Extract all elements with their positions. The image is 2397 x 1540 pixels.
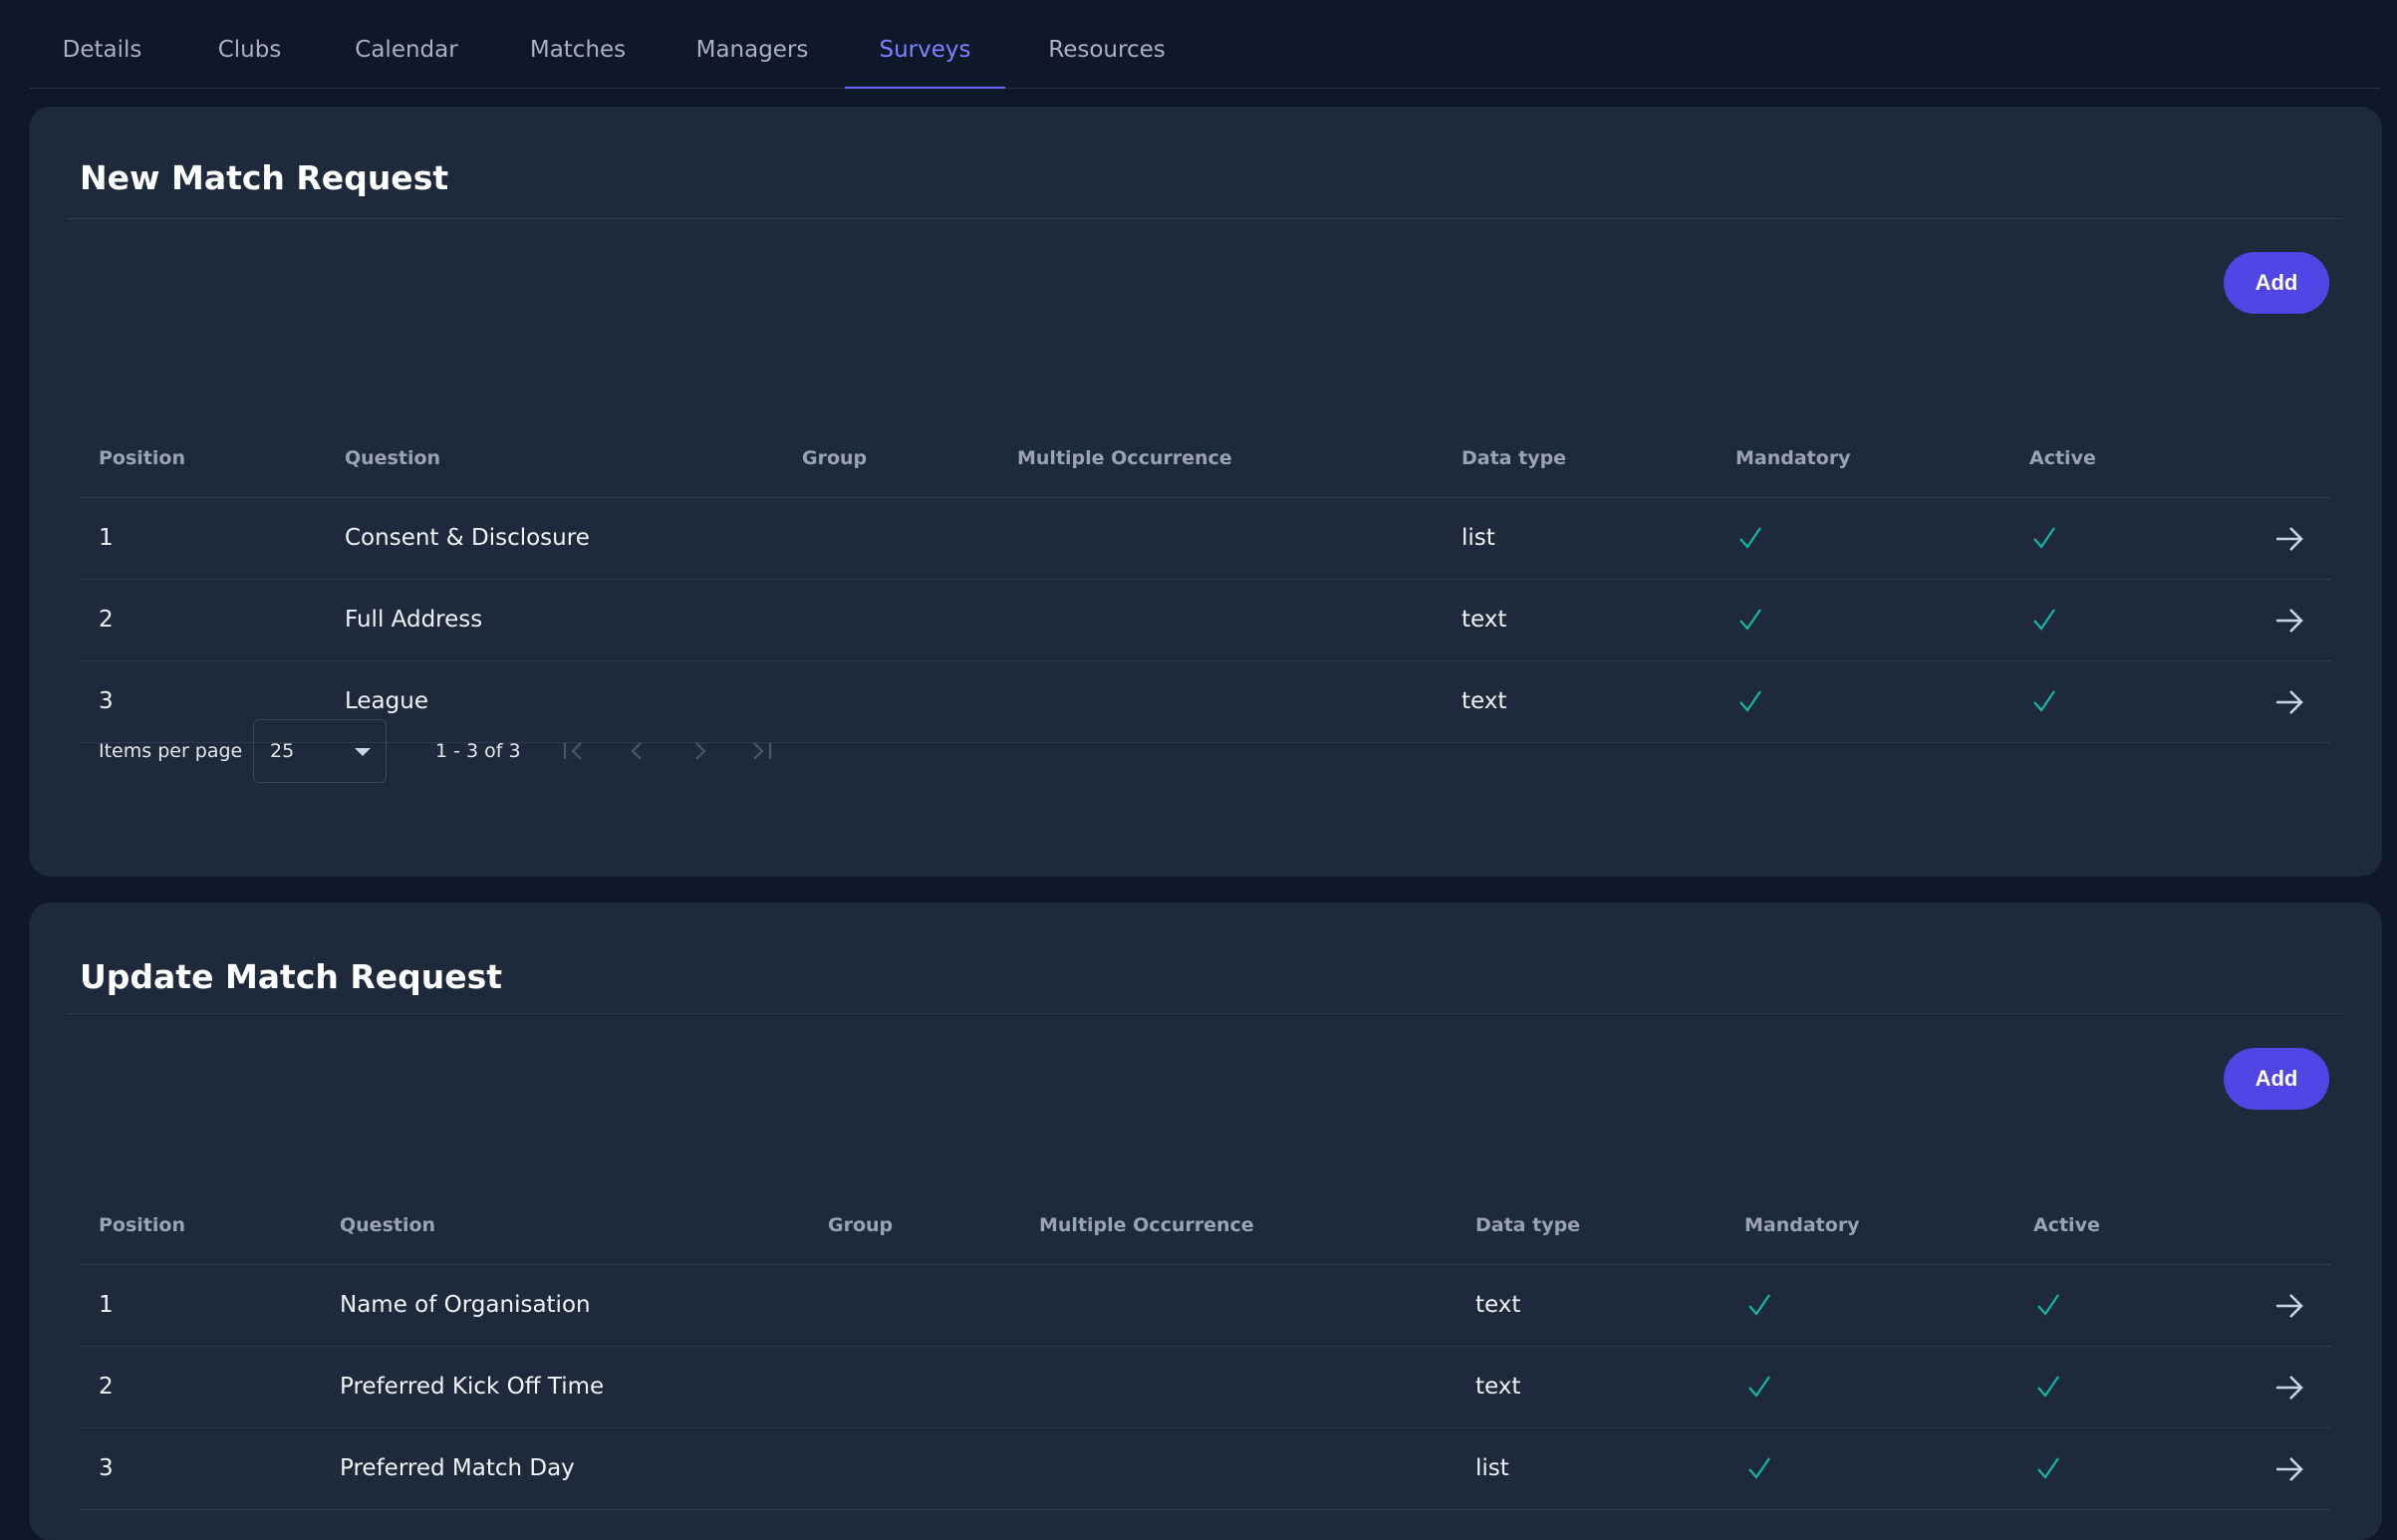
cell-position: 2 bbox=[99, 1374, 114, 1400]
column-header-data-type[interactable]: Data type bbox=[1475, 1187, 1580, 1264]
column-header-active[interactable]: Active bbox=[2029, 420, 2096, 497]
check-icon bbox=[2037, 1294, 2059, 1316]
cell-data-type: list bbox=[1475, 1455, 1509, 1481]
check-icon bbox=[2033, 690, 2055, 712]
survey-card-update-match-request: Update Match Request Add Position Questi… bbox=[29, 902, 2382, 1540]
card-title: Update Match Request bbox=[80, 957, 503, 996]
column-header-group[interactable]: Group bbox=[828, 1187, 893, 1264]
cell-position: 1 bbox=[99, 525, 114, 551]
arrow-right-icon[interactable] bbox=[2274, 1373, 2304, 1403]
check-icon bbox=[1739, 527, 1761, 549]
arrow-right-icon[interactable] bbox=[2274, 524, 2304, 554]
column-header-question[interactable]: Question bbox=[345, 420, 440, 497]
check-icon bbox=[2037, 1376, 2059, 1398]
check-icon bbox=[2033, 609, 2055, 631]
page-range: 1 - 3 of 3 bbox=[435, 740, 521, 762]
table-header: Position Question Group Multiple Occurre… bbox=[80, 420, 2331, 498]
questions-table: Position Question Group Multiple Occurre… bbox=[80, 420, 2331, 743]
questions-table: Position Question Group Multiple Occurre… bbox=[80, 1187, 2331, 1510]
table-row[interactable]: 3 Preferred Match Day list bbox=[80, 1428, 2331, 1510]
items-per-page-label: Items per page bbox=[99, 740, 243, 762]
items-per-page-value: 25 bbox=[270, 740, 295, 762]
divider bbox=[67, 218, 2342, 219]
check-icon bbox=[1739, 609, 1761, 631]
add-question-button[interactable]: Add bbox=[2224, 252, 2329, 314]
check-icon bbox=[2037, 1457, 2059, 1479]
arrow-right-icon[interactable] bbox=[2274, 606, 2304, 636]
cell-question: Name of Organisation bbox=[340, 1292, 591, 1318]
cell-data-type: text bbox=[1475, 1292, 1521, 1318]
column-header-multiple-occurrence[interactable]: Multiple Occurrence bbox=[1017, 420, 1232, 497]
cell-data-type: text bbox=[1462, 607, 1507, 633]
column-header-data-type[interactable]: Data type bbox=[1462, 420, 1566, 497]
check-icon bbox=[1739, 690, 1761, 712]
tab-details[interactable]: Details bbox=[30, 0, 174, 88]
column-header-mandatory[interactable]: Mandatory bbox=[1735, 420, 1851, 497]
check-icon bbox=[2033, 527, 2055, 549]
cell-position: 1 bbox=[99, 1292, 114, 1318]
table-row[interactable]: 1 Name of Organisation text bbox=[80, 1265, 2331, 1347]
cell-data-type: text bbox=[1475, 1374, 1521, 1400]
last-page-icon[interactable] bbox=[747, 737, 775, 765]
tab-surveys[interactable]: Surveys bbox=[845, 0, 1005, 89]
arrow-right-icon[interactable] bbox=[2274, 687, 2304, 717]
cell-question: Consent & Disclosure bbox=[345, 525, 590, 551]
tab-matches[interactable]: Matches bbox=[506, 0, 650, 88]
cell-position: 2 bbox=[99, 607, 114, 633]
cell-data-type: text bbox=[1462, 688, 1507, 714]
column-header-multiple-occurrence[interactable]: Multiple Occurrence bbox=[1039, 1187, 1254, 1264]
cell-question: Full Address bbox=[345, 607, 483, 633]
column-header-group[interactable]: Group bbox=[802, 420, 867, 497]
add-question-button[interactable]: Add bbox=[2224, 1048, 2329, 1110]
column-header-question[interactable]: Question bbox=[340, 1187, 435, 1264]
tab-managers[interactable]: Managers bbox=[671, 0, 833, 88]
column-header-mandatory[interactable]: Mandatory bbox=[1744, 1187, 1860, 1264]
arrow-right-icon[interactable] bbox=[2274, 1454, 2304, 1484]
column-header-active[interactable]: Active bbox=[2033, 1187, 2100, 1264]
tab-clubs[interactable]: Clubs bbox=[187, 0, 312, 88]
column-header-position[interactable]: Position bbox=[99, 420, 185, 497]
check-icon bbox=[1748, 1294, 1770, 1316]
first-page-icon[interactable] bbox=[560, 737, 588, 765]
table-row[interactable]: 2 Full Address text bbox=[80, 580, 2331, 661]
cell-question: Preferred Kick Off Time bbox=[340, 1374, 605, 1400]
cell-data-type: list bbox=[1462, 525, 1495, 551]
chevron-left-icon[interactable] bbox=[624, 737, 652, 765]
chevron-right-icon[interactable] bbox=[685, 737, 713, 765]
caret-down-icon bbox=[355, 748, 371, 756]
items-per-page-select[interactable]: 25 bbox=[253, 719, 387, 783]
column-header-position[interactable]: Position bbox=[99, 1187, 185, 1264]
check-icon bbox=[1748, 1457, 1770, 1479]
cell-question: Preferred Match Day bbox=[340, 1455, 575, 1481]
survey-card-new-match-request: New Match Request Add Position Question … bbox=[29, 107, 2382, 877]
tab-calendar[interactable]: Calendar bbox=[331, 0, 482, 88]
card-title: New Match Request bbox=[80, 158, 449, 197]
table-row[interactable]: 1 Consent & Disclosure list bbox=[80, 498, 2331, 580]
table-header: Position Question Group Multiple Occurre… bbox=[80, 1187, 2331, 1265]
paginator: Items per page 25 1 - 3 of 3 bbox=[29, 719, 926, 783]
check-icon bbox=[1748, 1376, 1770, 1398]
table-row[interactable]: 2 Preferred Kick Off Time text bbox=[80, 1347, 2331, 1428]
tab-resources[interactable]: Resources bbox=[1026, 0, 1188, 88]
cell-position: 3 bbox=[99, 1455, 114, 1481]
divider bbox=[67, 1013, 2342, 1014]
arrow-right-icon[interactable] bbox=[2274, 1291, 2304, 1321]
tab-bar: Details Clubs Calendar Matches Managers … bbox=[30, 0, 2381, 89]
